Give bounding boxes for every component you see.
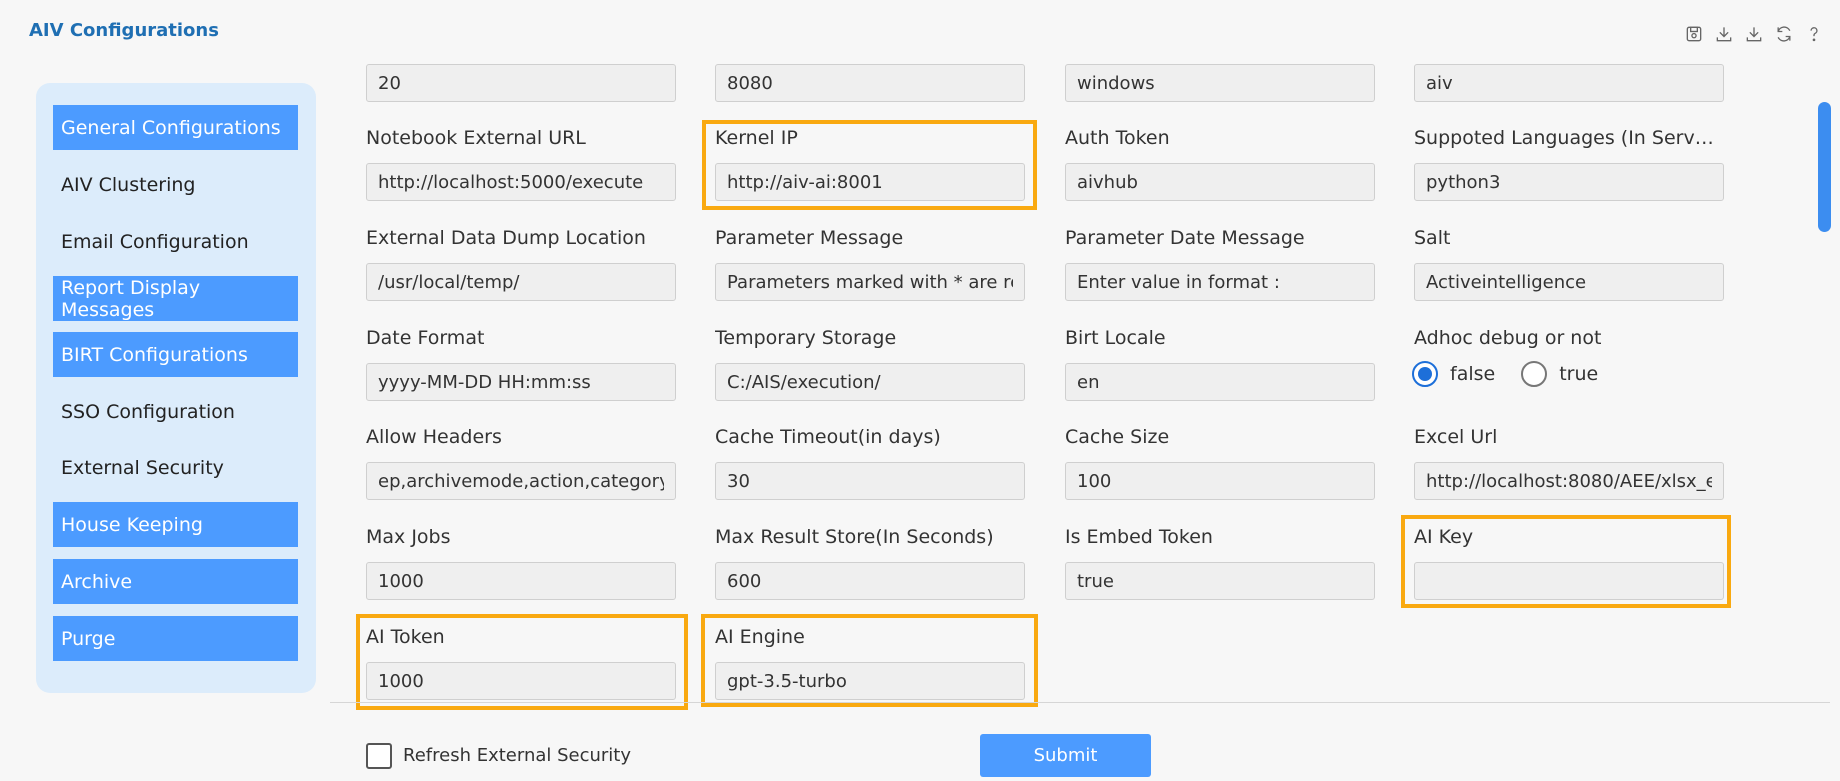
salt-label: Salt [1414,227,1451,249]
vertical-scrollbar[interactable] [1818,102,1831,232]
sidebar-item-purge[interactable]: Purge [53,616,298,661]
submit-button[interactable]: Submit [980,734,1151,777]
sidebar-item-aiv-clustering[interactable]: AIV Clustering [53,162,298,207]
sidebar-item-sso-configuration[interactable]: SSO Configuration [53,389,298,434]
refresh-external-security-label: Refresh External Security [403,745,632,766]
adhoc-debug-true-radio[interactable] [1521,361,1548,387]
temporary-storage-input[interactable] [715,363,1025,401]
save-icon[interactable] [1682,22,1706,46]
allow-headers-input[interactable] [366,462,676,500]
parameter-message-label: Parameter Message [715,227,904,249]
cache-timeout-label: Cache Timeout(in days) [715,426,941,448]
cache-timeout-input[interactable] [715,462,1025,500]
date-format-input[interactable] [366,363,676,401]
ai-token-input[interactable] [366,662,676,700]
is-embed-token-input[interactable] [1065,562,1375,600]
excel-url-label: Excel Url [1414,426,1498,448]
sidebar-item-house-keeping[interactable]: House Keeping [53,502,298,547]
ai-token-label: AI Token [366,626,445,648]
ai-key-label: AI Key [1414,526,1474,548]
parameter-message-input[interactable] [715,263,1025,301]
notebook-external-url-label: Notebook External URL [366,127,586,149]
notebook-external-url-input[interactable] [366,163,676,201]
adhoc-debug-true-label: true [1559,363,1599,385]
max-result-store-input[interactable] [715,562,1025,600]
birt-locale-label: Birt Locale [1065,327,1166,349]
sidebar-item-email-configuration[interactable]: Email Configuration [53,219,298,264]
salt-input[interactable] [1414,263,1724,301]
is-embed-token-label: Is Embed Token [1065,526,1213,548]
top-field-3[interactable] [1065,64,1375,102]
kernel-ip-input[interactable] [715,163,1025,201]
temporary-storage-label: Temporary Storage [715,327,897,349]
kernel-ip-label: Kernel IP [715,127,798,149]
auth-token-input[interactable] [1065,163,1375,201]
refresh-external-security-checkbox[interactable] [366,743,392,769]
max-jobs-input[interactable] [366,562,676,600]
page-title: AIV Configurations [29,20,219,41]
birt-locale-input[interactable] [1065,363,1375,401]
external-data-dump-input[interactable] [366,263,676,301]
adhoc-debug-radio-group: false true [1412,361,1624,387]
toolbar [1682,22,1826,46]
supported-languages-label: Suppoted Languages (In Serverside Nb) [1414,127,1724,149]
date-format-label: Date Format [366,327,485,349]
footer-divider [330,702,1830,703]
help-icon[interactable] [1802,22,1826,46]
adhoc-debug-label: Adhoc debug or not [1414,327,1602,349]
sidebar: General Configurations AIV Clustering Em… [36,83,316,693]
adhoc-debug-false-label: false [1450,363,1496,385]
parameter-date-message-input[interactable] [1065,263,1375,301]
parameter-date-message-label: Parameter Date Message [1065,227,1305,249]
ai-key-input[interactable] [1414,562,1724,600]
top-field-4[interactable] [1414,64,1724,102]
cache-size-input[interactable] [1065,462,1375,500]
max-jobs-label: Max Jobs [366,526,451,548]
top-field-1[interactable] [366,64,676,102]
ai-engine-input[interactable] [715,662,1025,700]
cache-size-label: Cache Size [1065,426,1170,448]
ai-engine-label: AI Engine [715,626,805,648]
supported-languages-input[interactable] [1414,163,1724,201]
allow-headers-label: Allow Headers [366,426,502,448]
sidebar-item-general-configurations[interactable]: General Configurations [53,105,298,150]
sidebar-item-external-security[interactable]: External Security [53,445,298,490]
sidebar-item-report-display-messages[interactable]: Report Display Messages [53,276,298,321]
adhoc-debug-false-radio[interactable] [1412,361,1438,387]
refresh-icon[interactable] [1772,22,1796,46]
external-data-dump-label: External Data Dump Location [366,227,646,249]
top-field-2[interactable] [715,64,1025,102]
auth-token-label: Auth Token [1065,127,1170,149]
sidebar-item-birt-configurations[interactable]: BIRT Configurations [53,332,298,377]
excel-url-input[interactable] [1414,462,1724,500]
download-icon[interactable] [1712,22,1736,46]
download-alt-icon[interactable] [1742,22,1766,46]
sidebar-item-archive[interactable]: Archive [53,559,298,604]
max-result-store-label: Max Result Store(In Seconds) [715,526,994,548]
